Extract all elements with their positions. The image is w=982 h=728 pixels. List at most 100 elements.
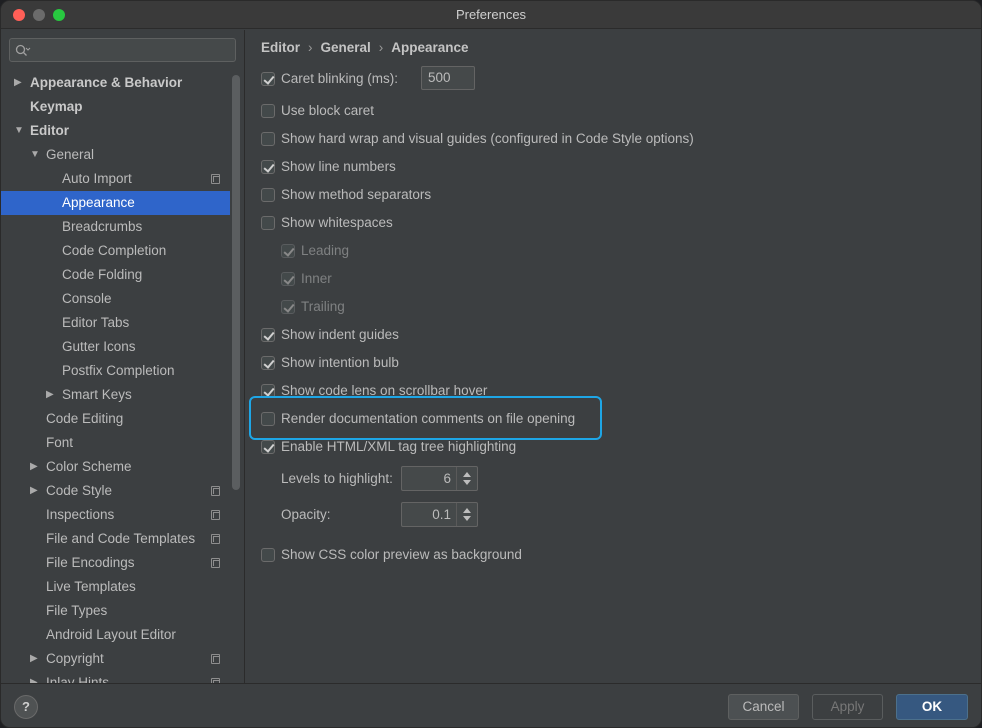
sidebar-item[interactable]: File Types — [1, 599, 230, 623]
trailing-label: Trailing — [301, 299, 345, 314]
chevron-right-icon[interactable]: ▶ — [30, 479, 38, 503]
settings-sidebar: ▶ Appearance & Behavior Keymap ▼ Editor ▼ Gene… — [1, 30, 245, 683]
sidebar-item[interactable]: Android Layout Editor — [1, 623, 230, 647]
sidebar-item[interactable]: Keymap — [1, 95, 230, 119]
breadcrumb-separator: › — [378, 40, 384, 55]
sidebar-item-label: General — [46, 147, 95, 162]
chevron-up-icon[interactable] — [463, 508, 471, 513]
maximize-window-button[interactable] — [53, 9, 65, 21]
sidebar-item[interactable]: ▶ Appearance & Behavior — [1, 71, 230, 95]
sidebar-item[interactable]: Editor Tabs — [1, 311, 230, 335]
line-numbers-checkbox[interactable] — [261, 160, 275, 174]
close-window-button[interactable] — [13, 9, 25, 21]
sidebar-item[interactable]: Font — [1, 431, 230, 455]
chevron-down-icon[interactable] — [463, 480, 471, 485]
inner-checkbox[interactable] — [281, 272, 295, 286]
sidebar-item-label: Font — [46, 435, 74, 450]
sidebar-item[interactable]: File and Code Templates — [1, 527, 230, 551]
whitespaces-checkbox[interactable] — [261, 216, 275, 230]
chevron-down-icon[interactable] — [463, 516, 471, 521]
breadcrumb-editor[interactable]: Editor — [261, 40, 300, 55]
sidebar-item-label: Breadcrumbs — [62, 219, 143, 234]
levels-label: Levels to highlight: — [281, 471, 393, 486]
sidebar-scrollbar[interactable] — [232, 75, 240, 490]
chevron-right-icon[interactable]: ▶ — [30, 647, 38, 671]
minimize-window-button[interactable] — [33, 9, 45, 21]
sidebar-item-label: Console — [62, 291, 112, 306]
css-preview-checkbox[interactable] — [261, 548, 275, 562]
project-scope-icon — [211, 558, 220, 568]
sidebar-item[interactable]: ▶ Color Scheme — [1, 455, 230, 479]
sidebar-item-label: Inlay Hints — [46, 675, 110, 683]
sidebar-item-label: Copyright — [46, 651, 104, 666]
breadcrumb-appearance: Appearance — [391, 40, 469, 55]
opacity-stepper-buttons[interactable] — [456, 503, 477, 526]
sidebar-item[interactable]: Gutter Icons — [1, 335, 230, 359]
settings-tree: ▶ Appearance & Behavior Keymap ▼ Editor ▼ Gene… — [1, 71, 231, 683]
chevron-right-icon[interactable]: ▶ — [30, 671, 38, 683]
hard-wrap-checkbox[interactable] — [261, 132, 275, 146]
render-docs-checkbox[interactable] — [261, 412, 275, 426]
sidebar-item[interactable]: ▶ Inlay Hints — [1, 671, 230, 683]
method-separators-checkbox[interactable] — [261, 188, 275, 202]
sidebar-item[interactable]: Code Folding — [1, 263, 230, 287]
apply-button[interactable]: Apply — [812, 694, 883, 720]
sidebar-item-label: Appearance — [62, 195, 135, 210]
indent-guides-label: Show indent guides — [281, 327, 399, 342]
cancel-button[interactable]: Cancel — [728, 694, 799, 720]
sidebar-item[interactable]: ▶ Copyright — [1, 647, 230, 671]
sidebar-item[interactable]: File Encodings — [1, 551, 230, 575]
leading-checkbox[interactable] — [281, 244, 295, 258]
levels-stepper-buttons[interactable] — [456, 467, 477, 490]
render-docs-label: Render documentation comments on file op… — [281, 411, 576, 426]
settings-content: Editor › General › Appearance Caret blinking… — [246, 30, 981, 683]
block-caret-checkbox[interactable] — [261, 104, 275, 118]
chevron-right-icon[interactable]: ▶ — [46, 383, 54, 407]
tag-tree-label: Enable HTML/XML tag tree highlighting — [281, 439, 517, 454]
sidebar-item[interactable]: ▶ Code Style — [1, 479, 230, 503]
project-scope-icon — [211, 510, 220, 520]
intention-bulb-label: Show intention bulb — [281, 355, 399, 370]
sidebar-item[interactable]: Breadcrumbs — [1, 215, 230, 239]
levels-value[interactable]: 6 — [443, 467, 451, 490]
chevron-down-icon[interactable]: ▼ — [30, 143, 40, 167]
sidebar-item[interactable]: ▶ Smart Keys — [1, 383, 230, 407]
breadcrumb-general[interactable]: General — [321, 40, 371, 55]
sidebar-item-label: File and Code Templates — [46, 531, 196, 546]
sidebar-item[interactable]: Postfix Completion — [1, 359, 230, 383]
leading-label: Leading — [301, 243, 350, 258]
chevron-up-icon[interactable] — [463, 472, 471, 477]
sidebar-item-label: File Encodings — [46, 555, 135, 570]
chevron-right-icon[interactable]: ▶ — [30, 455, 38, 479]
help-button[interactable]: ? — [14, 695, 38, 719]
sidebar-item[interactable]: Code Editing — [1, 407, 230, 431]
settings-search-input[interactable] — [9, 38, 236, 62]
sidebar-item-label: Live Templates — [46, 579, 136, 594]
sidebar-item[interactable]: ▼ Editor — [1, 119, 230, 143]
method-separators-label: Show method separators — [281, 187, 432, 202]
intention-bulb-checkbox[interactable] — [261, 356, 275, 370]
levels-spinner[interactable]: 6 — [401, 466, 478, 491]
tag-tree-checkbox[interactable] — [261, 440, 275, 454]
whitespaces-label: Show whitespaces — [281, 215, 393, 230]
sidebar-item[interactable]: ▼ General — [1, 143, 230, 167]
indent-guides-checkbox[interactable] — [261, 328, 275, 342]
opacity-label: Opacity: — [281, 507, 331, 522]
sidebar-item[interactable]: Code Completion — [1, 239, 230, 263]
opacity-spinner[interactable]: 0.1 — [401, 502, 478, 527]
opacity-value[interactable]: 0.1 — [432, 503, 451, 526]
caret-blinking-label: Caret blinking (ms): — [281, 71, 399, 86]
caret-blinking-checkbox[interactable] — [261, 72, 275, 86]
ok-button[interactable]: OK — [896, 694, 968, 720]
sidebar-item[interactable]: Inspections — [1, 503, 230, 527]
sidebar-item[interactable]: Console — [1, 287, 230, 311]
chevron-down-icon[interactable]: ▼ — [14, 119, 24, 143]
chevron-right-icon[interactable]: ▶ — [14, 71, 22, 95]
project-scope-icon — [211, 486, 220, 496]
caret-blinking-ms-field[interactable]: 500 — [421, 66, 475, 90]
sidebar-item[interactable]: Live Templates — [1, 575, 230, 599]
sidebar-item[interactable]: Appearance — [1, 191, 230, 215]
trailing-checkbox[interactable] — [281, 300, 295, 314]
sidebar-item[interactable]: Auto Import — [1, 167, 230, 191]
project-scope-icon — [211, 174, 220, 184]
